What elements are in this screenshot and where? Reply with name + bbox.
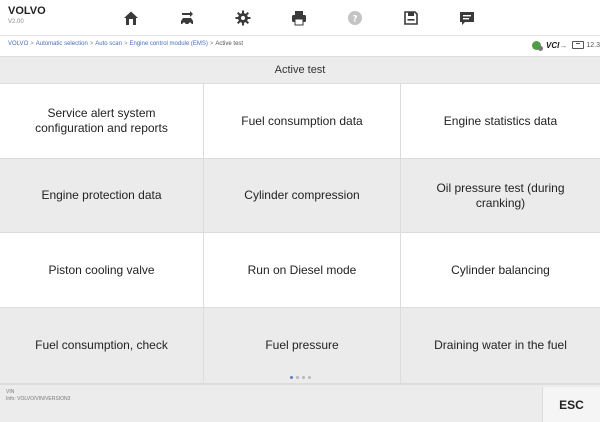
- vin-label: VIN: [6, 389, 15, 395]
- print-button[interactable]: [288, 7, 310, 29]
- test-function-grid: Service alert system configuration and r…: [0, 84, 600, 384]
- battery-icon: [572, 41, 585, 49]
- page-dot: [289, 375, 293, 379]
- vehicle-info-text: Info: VOLVO/VIN/VERSION3: [6, 396, 71, 402]
- breadcrumb-item[interactable]: VOLVO: [8, 41, 28, 47]
- breadcrumb: VOLVO > Automatic selection > Auto scan > Engi…: [8, 41, 244, 47]
- test-item[interactable]: Run on Diesel mode: [204, 233, 401, 308]
- page-title: Active test: [0, 56, 600, 84]
- top-toolbar: VOLVO V2.00 ?: [0, 0, 600, 36]
- test-item[interactable]: Fuel consumption data: [204, 84, 401, 159]
- settings-button[interactable]: [232, 7, 254, 29]
- printer-icon: [292, 11, 306, 26]
- home-button[interactable]: [120, 7, 142, 29]
- gear-icon: [235, 10, 251, 26]
- page-indicator[interactable]: [0, 374, 600, 380]
- vehicle-swap-button[interactable]: [176, 7, 198, 29]
- vehicle-info: VIN Info: VOLVO/VIN/VERSION3: [6, 389, 70, 403]
- help-button[interactable]: ?: [344, 7, 366, 29]
- breadcrumb-item[interactable]: Automatic selection: [36, 41, 88, 47]
- test-item[interactable]: Fuel consumption, check: [0, 308, 204, 384]
- esc-button[interactable]: ESC: [542, 387, 600, 422]
- save-icon: [404, 11, 418, 25]
- page-title-text: Active test: [274, 64, 326, 76]
- footer-bar: VIN Info: VOLVO/VIN/VERSION3 ESC: [0, 384, 600, 422]
- test-item[interactable]: Draining water in the fuel: [401, 308, 600, 384]
- page-dot: [301, 375, 305, 379]
- battery-voltage: 12.3: [586, 41, 600, 49]
- message-icon: [460, 12, 474, 25]
- software-version: V2.00: [8, 19, 24, 25]
- breadcrumb-item[interactable]: Auto scan: [95, 41, 122, 47]
- test-item[interactable]: Engine protection data: [0, 159, 204, 233]
- page-dot: [295, 375, 299, 379]
- svg-text:?: ?: [352, 15, 357, 25]
- data-log-button[interactable]: [456, 7, 478, 29]
- help-icon: ?: [348, 11, 362, 25]
- test-item[interactable]: Engine statistics data: [401, 84, 600, 159]
- test-item[interactable]: Service alert system configuration and r…: [0, 84, 204, 159]
- breadcrumb-current: Active test: [215, 41, 244, 47]
- brand: VOLVO V2.00: [8, 5, 46, 26]
- test-item[interactable]: Fuel pressure: [204, 308, 401, 384]
- test-item[interactable]: Oil pressure test (during cranking): [401, 159, 600, 233]
- vehicle-swap-icon: [181, 11, 193, 26]
- save-button[interactable]: [400, 7, 422, 29]
- home-icon: [124, 11, 138, 25]
- test-item[interactable]: Piston cooling valve: [0, 233, 204, 308]
- connection-status-icon: [532, 40, 544, 51]
- battery-status: 12.3: [572, 41, 600, 49]
- test-item[interactable]: Cylinder compression: [204, 159, 401, 233]
- status-area: VCI→ 12.3: [532, 39, 600, 51]
- vci-status: VCI→: [546, 40, 568, 50]
- brand-name: VOLVO: [8, 5, 46, 17]
- breadcrumb-row: VOLVO > Automatic selection > Auto scan > Engi…: [0, 37, 600, 53]
- page-dot: [307, 375, 311, 379]
- test-item[interactable]: Cylinder balancing: [401, 233, 600, 308]
- breadcrumb-item[interactable]: Engine control module (EMS): [130, 41, 208, 47]
